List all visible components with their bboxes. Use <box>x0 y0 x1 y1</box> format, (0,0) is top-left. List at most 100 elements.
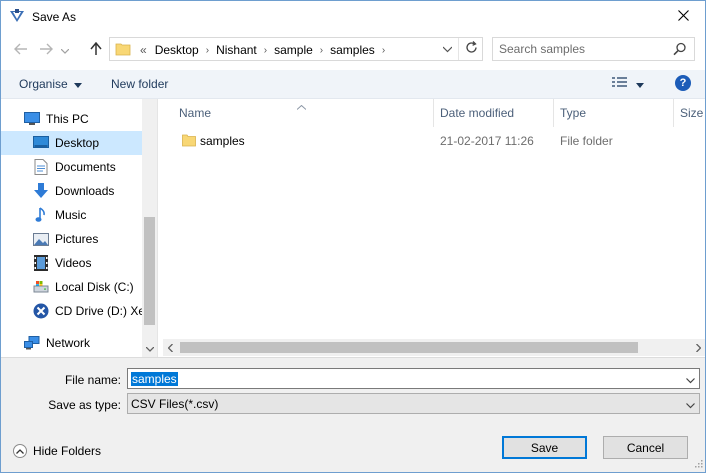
window-title: Save As <box>32 10 77 24</box>
breadcrumb-desktop[interactable]: Desktop <box>151 43 203 57</box>
breadcrumb-separator[interactable]: › <box>379 45 388 56</box>
back-button[interactable] <box>12 41 30 59</box>
cd-drive-icon <box>33 303 49 319</box>
scrollbar-thumb[interactable] <box>180 342 638 353</box>
refresh-button[interactable] <box>458 38 483 60</box>
change-view-button[interactable] <box>612 76 644 91</box>
nav-item-label: Desktop <box>55 136 100 150</box>
breadcrumb-sample[interactable]: sample <box>270 43 317 57</box>
breadcrumb: « Desktop › Nishant › sample › samples › <box>136 43 388 57</box>
cancel-button[interactable]: Cancel <box>603 436 688 459</box>
save-button[interactable]: Save <box>502 436 587 459</box>
column-header-size[interactable]: Size <box>680 99 703 127</box>
nav-item-downloads[interactable]: Downloads <box>1 179 142 203</box>
back-arrow-icon <box>14 43 28 58</box>
address-dropdown-icon[interactable] <box>442 43 453 58</box>
up-arrow-icon <box>90 41 102 59</box>
file-list-horizontal-scrollbar[interactable] <box>163 339 705 356</box>
breadcrumb-samples[interactable]: samples <box>326 43 379 57</box>
search-box[interactable] <box>492 37 695 61</box>
file-name-value[interactable]: samples <box>131 372 178 386</box>
nav-item-videos[interactable]: Videos <box>1 251 142 275</box>
save-as-dialog: Save As « Desktop › Nishant › sample › s… <box>0 0 706 473</box>
breadcrumb-overflow[interactable]: « <box>136 43 151 57</box>
up-button[interactable] <box>87 41 105 59</box>
forward-arrow-icon <box>39 43 53 58</box>
chevron-down-icon <box>60 43 70 57</box>
refresh-icon <box>465 41 478 57</box>
pane-splitter[interactable] <box>157 99 158 357</box>
file-name-cell: samples <box>200 134 245 148</box>
local-disk-icon <box>33 279 49 295</box>
save-as-type-label: Save as type: <box>48 398 121 412</box>
hide-folders-button[interactable]: Hide Folders <box>13 444 101 458</box>
nav-item-label: Network <box>46 336 91 350</box>
chevron-down-icon <box>74 77 83 91</box>
breadcrumb-nishant[interactable]: Nishant <box>212 43 261 57</box>
save-as-type-select[interactable]: CSV Files(*.csv) <box>127 393 700 414</box>
chevron-down-icon[interactable] <box>686 398 695 412</box>
nav-item-desktop[interactable]: Desktop <box>1 131 142 155</box>
nav-item-label: CD Drive (D:) Xer <box>55 304 150 318</box>
scrollbar-thumb[interactable] <box>144 217 155 325</box>
nav-item-documents[interactable]: Documents <box>1 155 142 179</box>
chevron-down-icon[interactable] <box>686 373 695 387</box>
desktop-icon <box>33 135 49 151</box>
column-divider[interactable] <box>553 99 554 127</box>
nav-item-network[interactable]: Network <box>1 331 142 355</box>
file-list: Name Date modified Type Size samples 21-… <box>163 99 705 357</box>
scroll-right-icon[interactable] <box>691 340 705 355</box>
nav-item-cd-drive[interactable]: CD Drive (D:) Xer <box>1 299 149 323</box>
save-as-type-value: CSV Files(*.csv) <box>131 397 219 411</box>
file-name-field[interactable]: samples <box>127 368 700 389</box>
scroll-down-icon[interactable] <box>142 342 157 357</box>
close-icon <box>677 9 689 24</box>
nav-item-label: Local Disk (C:) <box>55 280 134 294</box>
close-button[interactable] <box>661 1 705 32</box>
breadcrumb-separator[interactable]: › <box>203 45 212 56</box>
folder-icon <box>115 42 131 59</box>
pictures-icon <box>33 231 49 247</box>
title-bar: Save As <box>1 1 705 32</box>
nav-item-local-disk[interactable]: Local Disk (C:) <box>1 275 142 299</box>
sort-ascending-icon <box>296 99 307 113</box>
organise-label: Organise <box>19 77 68 91</box>
recent-locations-button[interactable] <box>59 41 71 59</box>
column-header-date-modified[interactable]: Date modified <box>440 99 514 127</box>
nav-item-label: Documents <box>55 160 116 174</box>
command-bar: Organise New folder ? <box>1 70 705 99</box>
downloads-icon <box>33 183 49 199</box>
search-icon[interactable] <box>673 42 687 59</box>
breadcrumb-separator[interactable]: › <box>317 45 326 56</box>
chevron-up-icon <box>13 444 27 458</box>
search-input[interactable] <box>499 41 669 57</box>
nav-item-label: Videos <box>55 256 92 270</box>
breadcrumb-separator[interactable]: › <box>261 45 270 56</box>
nav-item-pictures[interactable]: Pictures <box>1 227 142 251</box>
computer-icon <box>24 111 40 127</box>
nav-item-music[interactable]: Music <box>1 203 142 227</box>
videos-icon <box>33 255 49 271</box>
help-icon[interactable]: ? <box>675 75 691 91</box>
documents-icon <box>33 159 49 175</box>
column-header-name[interactable]: Name <box>179 99 211 127</box>
column-header-type[interactable]: Type <box>560 99 586 127</box>
new-folder-button[interactable]: New folder <box>111 77 168 91</box>
column-divider[interactable] <box>673 99 674 127</box>
forward-button[interactable] <box>37 41 55 59</box>
app-icon <box>9 8 25 24</box>
nav-item-label: This PC <box>46 112 89 126</box>
nav-item-this-pc[interactable]: This PC <box>1 107 142 131</box>
column-divider[interactable] <box>433 99 434 127</box>
resize-grip-icon[interactable] <box>693 457 703 471</box>
folder-icon <box>182 134 196 150</box>
address-bar[interactable]: « Desktop › Nishant › sample › samples › <box>109 37 483 61</box>
date-modified-cell: 21-02-2017 11:26 <box>440 134 534 148</box>
table-row[interactable]: samples 21-02-2017 11:26 File folder <box>173 130 693 152</box>
network-icon <box>24 335 40 351</box>
save-panel: File name: samples Save as type: CSV Fil… <box>1 357 705 472</box>
nav-pane-scrollbar[interactable] <box>142 99 157 357</box>
organise-button[interactable]: Organise <box>19 77 83 91</box>
scroll-left-icon[interactable] <box>163 340 178 355</box>
hide-folders-label: Hide Folders <box>33 444 102 458</box>
